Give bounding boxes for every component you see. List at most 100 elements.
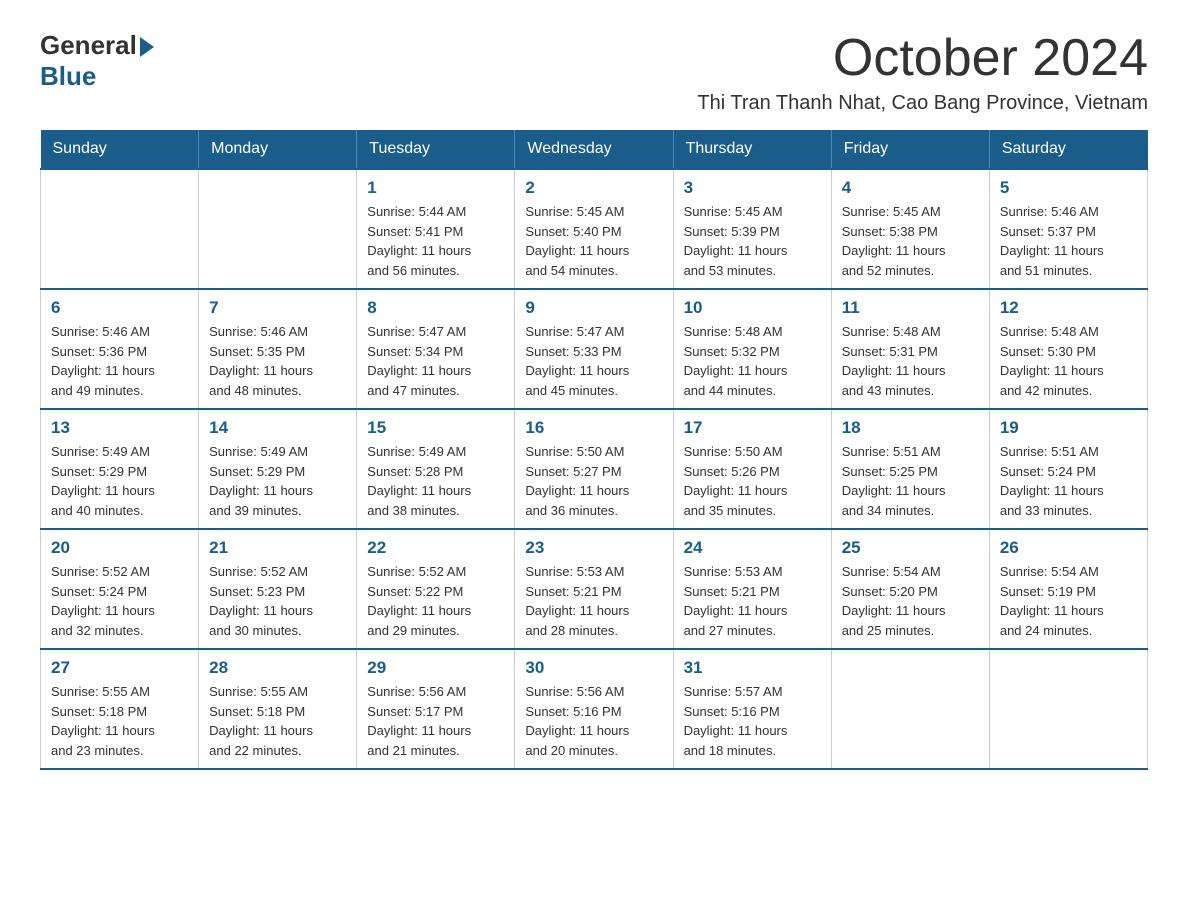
header-thursday: Thursday — [673, 130, 831, 169]
day-number: 5 — [1000, 178, 1137, 198]
day-info: Sunrise: 5:45 AM Sunset: 5:38 PM Dayligh… — [842, 202, 979, 280]
day-number: 2 — [525, 178, 662, 198]
day-info: Sunrise: 5:49 AM Sunset: 5:28 PM Dayligh… — [367, 442, 504, 520]
logo: General Blue — [40, 30, 154, 92]
calendar-table: SundayMondayTuesdayWednesdayThursdayFrid… — [40, 130, 1148, 770]
day-number: 11 — [842, 298, 979, 318]
calendar-cell: 2 Sunrise: 5:45 AM Sunset: 5:40 PM Daylig… — [515, 169, 673, 289]
header-sunday: Sunday — [41, 130, 199, 169]
day-number: 29 — [367, 658, 504, 678]
header-saturday: Saturday — [989, 130, 1147, 169]
day-info: Sunrise: 5:49 AM Sunset: 5:29 PM Dayligh… — [209, 442, 346, 520]
calendar-week-1: 1Sunrise: 5:44 AM Sunset: 5:41 PM Daylig… — [41, 169, 1148, 289]
day-number: 27 — [51, 658, 188, 678]
day-info: Sunrise: 5:48 AM Sunset: 5:32 PM Dayligh… — [684, 322, 821, 400]
header: General Blue October 2024 Thi Tran Thanh… — [40, 30, 1148, 115]
calendar-cell: 23 Sunrise: 5:53 AM Sunset: 5:21 PM Dayli… — [515, 529, 673, 649]
day-number: 15 — [367, 418, 504, 438]
header-friday: Friday — [831, 130, 989, 169]
calendar-cell: 22 Sunrise: 5:52 AM Sunset: 5:22 PM Dayli… — [357, 529, 515, 649]
calendar-cell: 12 Sunrise: 5:48 AM Sunset: 5:30 PM Dayli… — [989, 289, 1147, 409]
day-number: 14 — [209, 418, 346, 438]
calendar-cell — [41, 169, 199, 289]
header-monday: Monday — [199, 130, 357, 169]
calendar-cell: 30Sunrise: 5:56 AM Sunset: 5:16 PM Dayli… — [515, 649, 673, 769]
day-number: 24 — [684, 538, 821, 558]
day-info: Sunrise: 5:54 AM Sunset: 5:19 PM Dayligh… — [1000, 562, 1137, 640]
day-number: 6 — [51, 298, 188, 318]
day-number: 28 — [209, 658, 346, 678]
title-area: October 2024 Thi Tran Thanh Nhat, Cao Ba… — [697, 30, 1148, 115]
month-title: October 2024 — [697, 30, 1148, 87]
calendar-cell: 31 Sunrise: 5:57 AM Sunset: 5:16 PM Dayli… — [673, 649, 831, 769]
calendar-cell: 8 Sunrise: 5:47 AM Sunset: 5:34 PM Daylig… — [357, 289, 515, 409]
day-number: 23 — [525, 538, 662, 558]
day-info: Sunrise: 5:49 AM Sunset: 5:29 PM Dayligh… — [51, 442, 188, 520]
day-number: 25 — [842, 538, 979, 558]
day-info: Sunrise: 5:53 AM Sunset: 5:21 PM Dayligh… — [684, 562, 821, 640]
day-number: 8 — [367, 298, 504, 318]
day-number: 20 — [51, 538, 188, 558]
day-info: Sunrise: 5:52 AM Sunset: 5:22 PM Dayligh… — [367, 562, 504, 640]
calendar-cell: 6 Sunrise: 5:46 AM Sunset: 5:36 PM Daylig… — [41, 289, 199, 409]
calendar-week-4: 20 Sunrise: 5:52 AM Sunset: 5:24 PM Dayli… — [41, 529, 1148, 649]
day-info: Sunrise: 5:51 AM Sunset: 5:24 PM Dayligh… — [1000, 442, 1137, 520]
day-info: Sunrise: 5:46 AM Sunset: 5:35 PM Dayligh… — [209, 322, 346, 400]
calendar-header-row: SundayMondayTuesdayWednesdayThursdayFrid… — [41, 130, 1148, 169]
header-tuesday: Tuesday — [357, 130, 515, 169]
calendar-cell — [831, 649, 989, 769]
day-number: 9 — [525, 298, 662, 318]
day-info: Sunrise: 5:46 AM Sunset: 5:36 PM Dayligh… — [51, 322, 188, 400]
day-info: Sunrise: 5:50 AM Sunset: 5:26 PM Dayligh… — [684, 442, 821, 520]
calendar-cell: 26 Sunrise: 5:54 AM Sunset: 5:19 PM Dayli… — [989, 529, 1147, 649]
calendar-cell: 25 Sunrise: 5:54 AM Sunset: 5:20 PM Dayli… — [831, 529, 989, 649]
day-info: Sunrise: 5:47 AM Sunset: 5:33 PM Dayligh… — [525, 322, 662, 400]
calendar-cell: 16Sunrise: 5:50 AM Sunset: 5:27 PM Dayli… — [515, 409, 673, 529]
day-info: Sunrise: 5:52 AM Sunset: 5:24 PM Dayligh… — [51, 562, 188, 640]
day-number: 1 — [367, 178, 504, 198]
logo-blue-text: Blue — [40, 61, 154, 92]
calendar-cell — [989, 649, 1147, 769]
day-number: 7 — [209, 298, 346, 318]
calendar-cell: 18Sunrise: 5:51 AM Sunset: 5:25 PM Dayli… — [831, 409, 989, 529]
calendar-cell: 20 Sunrise: 5:52 AM Sunset: 5:24 PM Dayli… — [41, 529, 199, 649]
calendar-cell: 21Sunrise: 5:52 AM Sunset: 5:23 PM Dayli… — [199, 529, 357, 649]
day-info: Sunrise: 5:54 AM Sunset: 5:20 PM Dayligh… — [842, 562, 979, 640]
day-info: Sunrise: 5:48 AM Sunset: 5:30 PM Dayligh… — [1000, 322, 1137, 400]
calendar-cell: 27Sunrise: 5:55 AM Sunset: 5:18 PM Dayli… — [41, 649, 199, 769]
calendar-cell: 13 Sunrise: 5:49 AM Sunset: 5:29 PM Dayli… — [41, 409, 199, 529]
calendar-cell: 19 Sunrise: 5:51 AM Sunset: 5:24 PM Dayli… — [989, 409, 1147, 529]
day-info: Sunrise: 5:46 AM Sunset: 5:37 PM Dayligh… — [1000, 202, 1137, 280]
calendar-cell: 4Sunrise: 5:45 AM Sunset: 5:38 PM Daylig… — [831, 169, 989, 289]
day-number: 31 — [684, 658, 821, 678]
day-number: 13 — [51, 418, 188, 438]
day-number: 3 — [684, 178, 821, 198]
day-number: 18 — [842, 418, 979, 438]
calendar-cell: 17Sunrise: 5:50 AM Sunset: 5:26 PM Dayli… — [673, 409, 831, 529]
location-subtitle: Thi Tran Thanh Nhat, Cao Bang Province, … — [697, 92, 1148, 115]
day-info: Sunrise: 5:47 AM Sunset: 5:34 PM Dayligh… — [367, 322, 504, 400]
day-info: Sunrise: 5:52 AM Sunset: 5:23 PM Dayligh… — [209, 562, 346, 640]
calendar-week-3: 13 Sunrise: 5:49 AM Sunset: 5:29 PM Dayli… — [41, 409, 1148, 529]
calendar-cell: 24 Sunrise: 5:53 AM Sunset: 5:21 PM Dayli… — [673, 529, 831, 649]
day-number: 22 — [367, 538, 504, 558]
calendar-cell: 5 Sunrise: 5:46 AM Sunset: 5:37 PM Daylig… — [989, 169, 1147, 289]
calendar-cell: 10Sunrise: 5:48 AM Sunset: 5:32 PM Dayli… — [673, 289, 831, 409]
day-info: Sunrise: 5:53 AM Sunset: 5:21 PM Dayligh… — [525, 562, 662, 640]
calendar-cell: 1Sunrise: 5:44 AM Sunset: 5:41 PM Daylig… — [357, 169, 515, 289]
calendar-week-5: 27 Sunrise: 5:55 AM Sunset: 5:18 PM Dayli… — [41, 649, 1148, 769]
calendar-cell: 3 Sunrise: 5:45 AM Sunset: 5:39 PM Daylig… — [673, 169, 831, 289]
logo-general-text: General — [40, 30, 137, 61]
day-info: Sunrise: 5:55 AM Sunset: 5:18 PM Dayligh… — [209, 682, 346, 760]
day-number: 12 — [1000, 298, 1137, 318]
day-number: 19 — [1000, 418, 1137, 438]
day-info: Sunrise: 5:45 AM Sunset: 5:40 PM Dayligh… — [525, 202, 662, 280]
calendar-cell: 29Sunrise: 5:56 AM Sunset: 5:17 PM Dayli… — [357, 649, 515, 769]
day-number: 30 — [525, 658, 662, 678]
day-info: Sunrise: 5:45 AM Sunset: 5:39 PM Dayligh… — [684, 202, 821, 280]
day-number: 26 — [1000, 538, 1137, 558]
day-info: Sunrise: 5:57 AM Sunset: 5:16 PM Dayligh… — [684, 682, 821, 760]
calendar-cell: 11Sunrise: 5:48 AM Sunset: 5:31 PM Dayli… — [831, 289, 989, 409]
calendar-cell: 14 Sunrise: 5:49 AM Sunset: 5:29 PM Dayli… — [199, 409, 357, 529]
calendar-cell: 15 Sunrise: 5:49 AM Sunset: 5:28 PM Dayli… — [357, 409, 515, 529]
